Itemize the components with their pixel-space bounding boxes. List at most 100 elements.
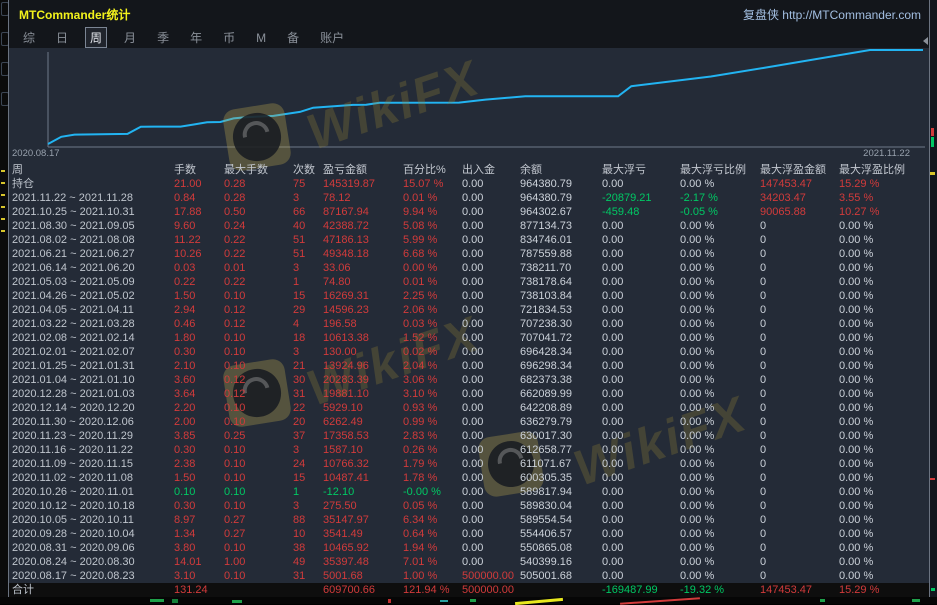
cell: 0.00 % bbox=[839, 471, 929, 485]
table-row[interactable]: 2020.11.16 ~ 2020.11.220.300.1031587.100… bbox=[9, 443, 929, 457]
menu-item-ji[interactable]: 季 bbox=[153, 28, 173, 47]
cell bbox=[293, 583, 323, 597]
cell: 0.00 bbox=[602, 471, 680, 485]
table-row[interactable]: 2020.10.12 ~ 2020.10.180.300.103275.500.… bbox=[9, 499, 929, 513]
cell: 0.00 bbox=[602, 373, 680, 387]
table-row[interactable]: 2020.08.31 ~ 2020.09.063.800.103810465.9… bbox=[9, 541, 929, 555]
cell: 17.88 bbox=[174, 205, 224, 219]
menu-item-yue[interactable]: 月 bbox=[120, 28, 140, 47]
table-row[interactable]: 2021.02.08 ~ 2021.02.141.800.101810613.3… bbox=[9, 331, 929, 345]
table-row[interactable]: 2021.04.05 ~ 2021.04.112.940.122914596.2… bbox=[9, 303, 929, 317]
table-total-row[interactable]: 合计131.24609700.66121.94 %500000.00-16948… bbox=[9, 583, 929, 597]
table-row[interactable]: 2021.06.14 ~ 2021.06.200.030.01333.060.0… bbox=[9, 261, 929, 275]
cell: 8.97 bbox=[174, 513, 224, 527]
cell: 0 bbox=[760, 359, 839, 373]
table-row[interactable]: 2021.03.22 ~ 2021.03.280.460.124196.580.… bbox=[9, 317, 929, 331]
table-row[interactable]: 2021.06.21 ~ 2021.06.2710.260.225149348.… bbox=[9, 247, 929, 261]
cell: 2020.11.16 ~ 2020.11.22 bbox=[12, 443, 174, 457]
cell: 964302.67 bbox=[520, 205, 602, 219]
cell: -459.48 bbox=[602, 205, 680, 219]
cell: 33.06 bbox=[323, 261, 403, 275]
column-header: 百分比% bbox=[403, 163, 462, 177]
table-row[interactable]: 2020.09.28 ~ 2020.10.041.340.27103541.49… bbox=[9, 527, 929, 541]
table-row[interactable]: 2020.12.28 ~ 2021.01.033.640.123119881.1… bbox=[9, 387, 929, 401]
table-row[interactable]: 2021.04.26 ~ 2021.05.021.500.101516269.3… bbox=[9, 289, 929, 303]
cell: 2.83 % bbox=[403, 429, 462, 443]
cell: 20 bbox=[293, 415, 323, 429]
cell: 0.00 % bbox=[839, 317, 929, 331]
table-row[interactable]: 2020.10.05 ~ 2020.10.118.970.278835147.9… bbox=[9, 513, 929, 527]
cell: 14.01 bbox=[174, 555, 224, 569]
cell: 38 bbox=[293, 541, 323, 555]
cell: 0.84 bbox=[174, 191, 224, 205]
cell: 0.46 bbox=[174, 317, 224, 331]
cell: 49 bbox=[293, 555, 323, 569]
table-row[interactable]: 2020.11.23 ~ 2020.11.293.850.253717358.5… bbox=[9, 429, 929, 443]
cell: 0.27 bbox=[224, 527, 293, 541]
cell: 78.12 bbox=[323, 191, 403, 205]
menu-item-zong[interactable]: 综 bbox=[19, 28, 39, 47]
cell: 0.12 bbox=[224, 317, 293, 331]
cell: 275.50 bbox=[323, 499, 403, 513]
table-row[interactable]: 2020.11.09 ~ 2020.11.152.380.102410766.3… bbox=[9, 457, 929, 471]
cell: 2021.03.22 ~ 2021.03.28 bbox=[12, 317, 174, 331]
cell: 21 bbox=[293, 359, 323, 373]
cell: 6.34 % bbox=[403, 513, 462, 527]
table-row[interactable]: 2021.01.25 ~ 2021.01.312.100.102113924.9… bbox=[9, 359, 929, 373]
table-row[interactable]: 2021.02.01 ~ 2021.02.070.300.103130.000.… bbox=[9, 345, 929, 359]
menu-item-zhou[interactable]: 周 bbox=[85, 27, 107, 48]
cell: 0.00 % bbox=[839, 345, 929, 359]
cell: 147453.47 bbox=[760, 583, 839, 597]
menu-item-bi[interactable]: 币 bbox=[219, 28, 239, 47]
table-row[interactable]: 2021.08.30 ~ 2021.09.059.600.244042388.7… bbox=[9, 219, 929, 233]
cell: 2.94 bbox=[174, 303, 224, 317]
cell: 3.55 % bbox=[839, 191, 929, 205]
cell: 0.10 bbox=[224, 401, 293, 415]
table-row[interactable]: 2021.05.03 ~ 2021.05.090.220.22174.800.0… bbox=[9, 275, 929, 289]
cell: 40 bbox=[293, 219, 323, 233]
cell: 0.10 bbox=[224, 415, 293, 429]
cell: 0 bbox=[760, 331, 839, 345]
cell: 0.00 bbox=[602, 303, 680, 317]
cell: 37 bbox=[293, 429, 323, 443]
cell: 2020.08.24 ~ 2020.08.30 bbox=[12, 555, 174, 569]
cell: 0.01 % bbox=[403, 191, 462, 205]
table-row[interactable]: 2021.08.02 ~ 2021.08.0811.220.225147186.… bbox=[9, 233, 929, 247]
background-mark bbox=[232, 600, 242, 603]
menu-item-nian[interactable]: 年 bbox=[186, 28, 206, 47]
column-header: 最大手数 bbox=[224, 163, 293, 177]
cell: 0.00 bbox=[602, 457, 680, 471]
menu-item-zhanghu[interactable]: 账户 bbox=[316, 28, 348, 47]
background-mark bbox=[1, 206, 5, 208]
table-row[interactable]: 持仓21.000.2875145319.8715.07 %0.00964380.… bbox=[9, 177, 929, 191]
table-row[interactable]: 2020.11.02 ~ 2020.11.081.500.101510487.4… bbox=[9, 471, 929, 485]
cell: -2.17 % bbox=[680, 191, 760, 205]
cell: 682373.38 bbox=[520, 373, 602, 387]
cell: 500000.00 bbox=[462, 583, 520, 597]
cell: 0.00 bbox=[602, 513, 680, 527]
table-row[interactable]: 2020.12.14 ~ 2020.12.202.200.10225929.10… bbox=[9, 401, 929, 415]
menu-item-ri[interactable]: 日 bbox=[52, 28, 72, 47]
site-link[interactable]: 复盘侠 http://MTCommander.com bbox=[743, 6, 921, 23]
menu-item-bei[interactable]: 备 bbox=[283, 28, 303, 47]
cell: 1.50 bbox=[174, 289, 224, 303]
table-row[interactable]: 2020.08.17 ~ 2020.08.233.100.10315001.68… bbox=[9, 569, 929, 583]
table-row[interactable]: 2020.08.24 ~ 2020.08.3014.011.004935397.… bbox=[9, 555, 929, 569]
table-row[interactable]: 2021.10.25 ~ 2021.10.3117.880.506687167.… bbox=[9, 205, 929, 219]
cell: 0.10 bbox=[224, 485, 293, 499]
cell: 15 bbox=[293, 289, 323, 303]
cell: 0.00 bbox=[602, 289, 680, 303]
cell: 2.10 bbox=[174, 359, 224, 373]
cell: 1.79 % bbox=[403, 457, 462, 471]
table-row[interactable]: 2021.11.22 ~ 2021.11.280.840.28378.120.0… bbox=[9, 191, 929, 205]
table-row[interactable]: 2021.01.04 ~ 2021.01.103.600.123020283.3… bbox=[9, 373, 929, 387]
cell: 20283.39 bbox=[323, 373, 403, 387]
cell: 0.00 % bbox=[680, 387, 760, 401]
table-row[interactable]: 2020.10.26 ~ 2020.11.010.100.101-12.10-0… bbox=[9, 485, 929, 499]
cell: 0.00 % bbox=[680, 415, 760, 429]
cell: 145319.87 bbox=[323, 177, 403, 191]
app-title: MTCommander统计 bbox=[19, 6, 130, 23]
table-row[interactable]: 2020.11.30 ~ 2020.12.062.000.10206262.49… bbox=[9, 415, 929, 429]
menu-item-M[interactable]: M bbox=[252, 30, 270, 46]
cell: 21.00 bbox=[174, 177, 224, 191]
